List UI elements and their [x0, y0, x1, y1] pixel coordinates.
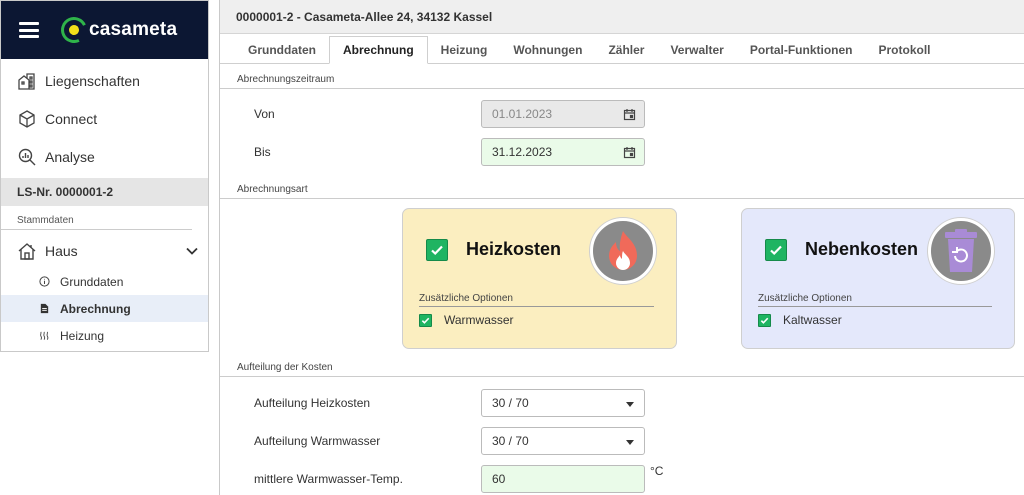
- checkmark-icon: [421, 317, 430, 324]
- haus-label: Haus: [45, 243, 78, 259]
- option-warmwasser[interactable]: Warmwasser: [419, 313, 514, 327]
- sub-item-label: Abrechnung: [60, 301, 131, 316]
- warmwasser-temp-label: mittlere Warmwasser-Temp.: [254, 472, 403, 486]
- warmwasser-checkbox[interactable]: [419, 313, 432, 327]
- sidebar-item-grunddaten[interactable]: Grunddaten: [1, 268, 208, 295]
- warmwasser-split-value: 30 / 70: [492, 434, 529, 448]
- warmwasser-temp-value: 60: [492, 472, 506, 486]
- section-abrechnungsart: Abrechnungsart: [220, 181, 1024, 199]
- section-aufteilung: Aufteilung der Kosten: [220, 359, 1024, 377]
- temp-unit: °C: [650, 464, 664, 478]
- nav-item-connect[interactable]: Connect: [1, 100, 208, 138]
- tab-bar: Grunddaten Abrechnung Heizung Wohnungen …: [220, 34, 1024, 64]
- nav-label: Analyse: [45, 149, 95, 165]
- warmwasser-label: Warmwasser: [444, 313, 514, 327]
- von-date-value: 01.01.2023: [492, 107, 553, 121]
- field-row-von: Von 01.01.2023: [220, 95, 1024, 133]
- sidebar-item-haus[interactable]: Haus: [1, 234, 208, 268]
- flame-icon: [590, 218, 656, 284]
- warmwasser-split-label: Aufteilung Warmwasser: [254, 434, 381, 448]
- checkmark-icon: [760, 317, 769, 324]
- nav-item-liegenschaften[interactable]: Liegenschaften: [1, 62, 208, 100]
- section-caption-stammdaten: Stammdaten: [1, 215, 192, 230]
- chevron-down-icon[interactable]: [186, 245, 198, 257]
- checkmark-icon: [431, 245, 443, 256]
- field-row-bis: Bis 31.12.2023: [220, 133, 1024, 171]
- tab-heizung[interactable]: Heizung: [428, 37, 501, 63]
- cube-icon: [19, 110, 35, 128]
- nav-label: Connect: [45, 111, 98, 127]
- section-abrechnungszeitraum: Abrechnungszeitraum: [220, 71, 1024, 89]
- brand-bar: casameta: [1, 1, 208, 59]
- caret-down-icon: [626, 402, 634, 407]
- sub-item-label: Heizung: [60, 328, 105, 343]
- sidebar: casameta Liegenschaften Connect Analyse …: [0, 0, 209, 352]
- bis-label: Bis: [254, 145, 271, 159]
- kaltwasser-label: Kaltwasser: [783, 313, 842, 327]
- heizkosten-split-label: Aufteilung Heizkosten: [254, 396, 371, 410]
- field-row-heizkosten-split: Aufteilung Heizkosten 30 / 70: [220, 384, 1024, 422]
- tab-protokoll[interactable]: Protokoll: [866, 37, 944, 63]
- heat-waves-icon: [40, 331, 49, 340]
- house-icon: [18, 243, 36, 260]
- bis-date-value: 31.12.2023: [492, 145, 553, 159]
- bis-date-input[interactable]: 31.12.2023: [481, 138, 645, 166]
- sidebar-item-abrechnung[interactable]: Abrechnung: [1, 295, 208, 322]
- info-icon: [39, 276, 50, 287]
- recycle-bin-icon: [928, 218, 994, 284]
- nebenkosten-checkbox[interactable]: [765, 239, 787, 261]
- sidebar-item-heizung[interactable]: Heizung: [1, 322, 208, 349]
- calendar-icon[interactable]: [623, 108, 636, 121]
- warmwasser-temp-input[interactable]: 60: [481, 465, 645, 493]
- main-panel: 0000001-2 - Casameta-Allee 24, 34132 Kas…: [219, 0, 1024, 495]
- abrechnungsart-cards: Heizkosten Zusätzliche Optionen Warmwass…: [220, 199, 1024, 359]
- analysis-icon: [18, 148, 36, 166]
- sub-item-label: Grunddaten: [60, 274, 124, 289]
- nebenkosten-title: Nebenkosten: [805, 239, 919, 259]
- von-label: Von: [254, 107, 275, 121]
- caret-down-icon: [626, 440, 634, 445]
- document-icon: [40, 303, 49, 314]
- heizkosten-split-select[interactable]: 30 / 70: [481, 389, 645, 417]
- heizkosten-split-value: 30 / 70: [492, 396, 529, 410]
- tab-zaehler[interactable]: Zähler: [595, 37, 657, 63]
- tab-wohnungen[interactable]: Wohnungen: [500, 37, 595, 63]
- nebenkosten-card[interactable]: Nebenkosten Zusätzliche Optionen Kaltwas…: [741, 208, 1015, 349]
- kaltwasser-checkbox[interactable]: [758, 313, 771, 327]
- nav-label: Liegenschaften: [45, 73, 140, 89]
- tab-abrechnung[interactable]: Abrechnung: [329, 36, 428, 64]
- heizkosten-options-caption: Zusätzliche Optionen: [419, 293, 654, 307]
- ls-number: LS-Nr. 0000001-2: [1, 178, 208, 206]
- casameta-logo[interactable]: casameta: [57, 13, 178, 47]
- logo-text: casameta: [89, 19, 178, 40]
- checkmark-icon: [770, 245, 782, 256]
- heizkosten-title: Heizkosten: [466, 239, 562, 259]
- calendar-icon[interactable]: [623, 146, 636, 159]
- tab-verwalter[interactable]: Verwalter: [657, 37, 736, 63]
- logo-mark-icon: [57, 13, 91, 47]
- field-row-warmwasser-temp: mittlere Warmwasser-Temp. 60 °C: [220, 460, 1024, 495]
- buildings-icon: [18, 73, 35, 90]
- option-kaltwasser[interactable]: Kaltwasser: [758, 313, 842, 327]
- field-row-warmwasser-split: Aufteilung Warmwasser 30 / 70: [220, 422, 1024, 460]
- page-title: 0000001-2 - Casameta-Allee 24, 34132 Kas…: [220, 0, 1024, 34]
- warmwasser-split-select[interactable]: 30 / 70: [481, 427, 645, 455]
- nav-item-analyse[interactable]: Analyse: [1, 138, 208, 176]
- tab-grunddaten[interactable]: Grunddaten: [235, 37, 329, 63]
- heizkosten-checkbox[interactable]: [426, 239, 448, 261]
- heizkosten-card[interactable]: Heizkosten Zusätzliche Optionen Warmwass…: [402, 208, 677, 349]
- hamburger-menu-icon[interactable]: [19, 22, 39, 38]
- tab-portal-funktionen[interactable]: Portal-Funktionen: [737, 37, 866, 63]
- nebenkosten-options-caption: Zusätzliche Optionen: [758, 293, 992, 307]
- von-date-input[interactable]: 01.01.2023: [481, 100, 645, 128]
